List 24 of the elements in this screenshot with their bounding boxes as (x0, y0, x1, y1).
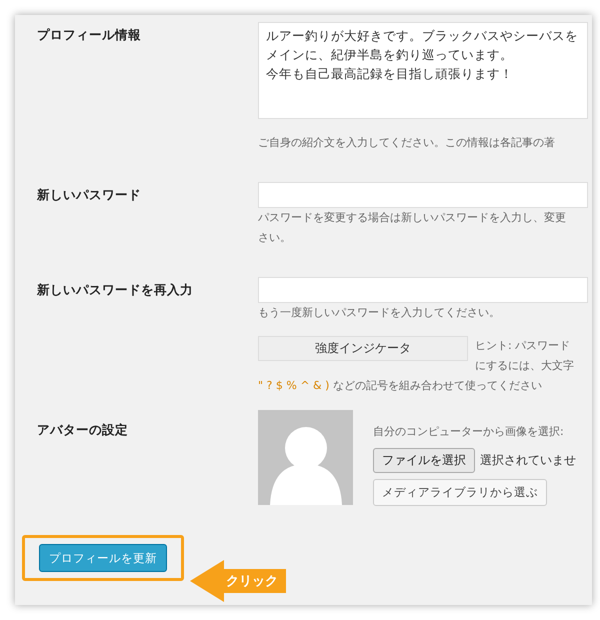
text-line: ルアー釣りが大好きです。ブラックバスやシーバスを (266, 27, 579, 45)
choose-file-button[interactable]: ファイルを選択 (373, 448, 475, 473)
arrow-icon (190, 560, 224, 602)
media-library-button[interactable]: メディアライブラリから選ぶ (373, 479, 547, 506)
biography-textarea[interactable]: ルアー釣りが大好きです。ブラックバスやシーバスを メインに、紀伊半島を釣り巡っています。 今年も自己最高記録を目指し頑張ります！ (258, 22, 588, 119)
hint-text: " ? $ % ^ & ) などの記号を組み合わせて使ってください (258, 378, 543, 394)
hint-text: さい。 (258, 230, 292, 246)
field-label: プロフィール情報 (36, 26, 142, 44)
click-callout: クリック (224, 569, 286, 593)
strength-indicator: 強度インジケータ (258, 336, 468, 361)
hint-text: ご自身の紹介文を入力してください。この情報は各記事の著 (258, 135, 556, 151)
text-line: メインに、紀伊半島を釣り巡っています。 (266, 46, 514, 64)
field-label: アバターの設定 (36, 421, 129, 439)
password-field[interactable] (258, 277, 588, 303)
field-label: 新しいパスワード (36, 186, 142, 204)
upload-label: 自分のコンピューターから画像を選択: (373, 424, 565, 440)
hint-text: ヒント: パスワード (475, 338, 572, 354)
field-label: 新しいパスワードを再入力 (36, 281, 194, 299)
hint-text: もう一度新しいパスワードを入力してください。 (258, 305, 501, 321)
text-line: 今年も自己最高記録を目指し頑張ります！ (266, 65, 514, 83)
file-status: 選択されていませ (480, 452, 576, 469)
hint-text: にするには、大文字 (475, 358, 574, 374)
hint-text: パスワードを変更する場合は新しいパスワードを入力し、変更 (258, 210, 567, 226)
password-field[interactable] (258, 182, 588, 208)
